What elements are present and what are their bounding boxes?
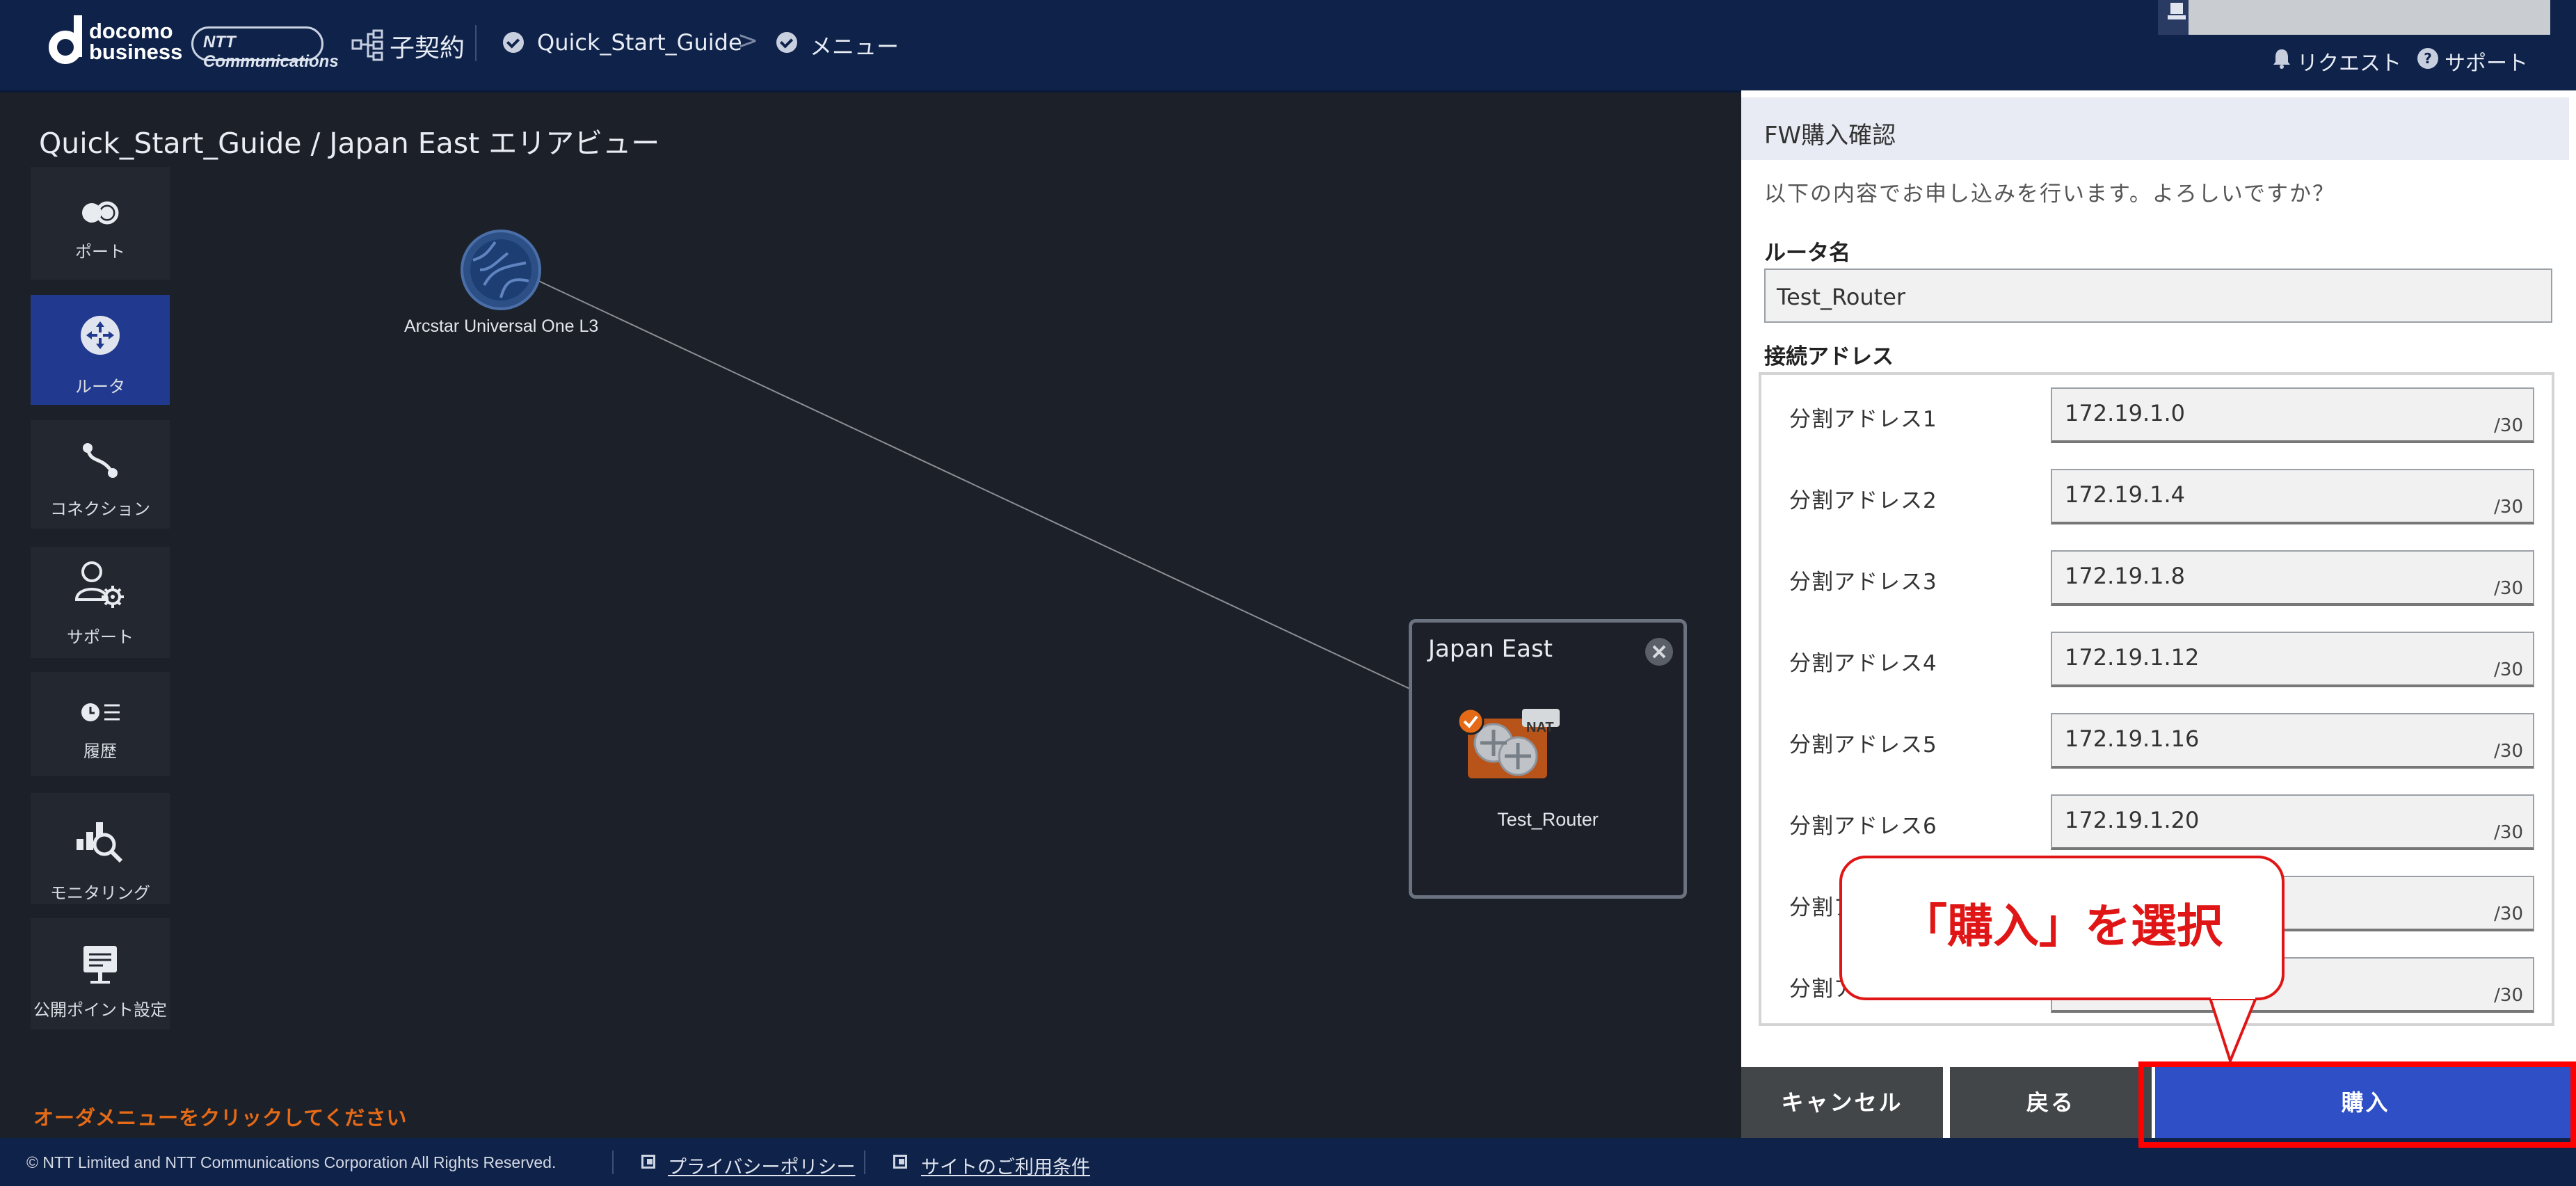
cancel-button[interactable]: キャンセル (1741, 1067, 1943, 1138)
network-canvas (532, 278, 1517, 739)
help-icon: ? (2417, 48, 2438, 69)
region-box-japan-east[interactable]: Japan East NAT Test_Router (1409, 619, 1687, 899)
terms-of-use-link[interactable]: サイトのご利用条件 (921, 1152, 1090, 1179)
back-button[interactable]: 戻る (1950, 1067, 2152, 1138)
network-globe-icon[interactable] (459, 228, 543, 312)
address-row-label: 分割アドレス3 (1789, 570, 1937, 595)
external-link-icon (893, 1155, 907, 1169)
support-link[interactable]: サポート (2445, 46, 2528, 77)
connection-address-label: 接続アドレス (1764, 344, 1894, 369)
address-mask: /30 (2494, 578, 2523, 599)
address-row: 分割アドレス5 172.19.1.16/30 (1761, 700, 2552, 782)
address-value: 172.19.1.0 (2065, 400, 2186, 426)
panel-title-bar: FW購入確認 (1741, 97, 2569, 160)
address-value: 172.19.1.12 (2065, 644, 2200, 671)
external-link-icon (641, 1155, 655, 1169)
address-value: 172.19.1.16 (2065, 726, 2200, 752)
user-account-bar[interactable] (2189, 0, 2550, 35)
address-row-label: 分割アドレス4 (1789, 651, 1937, 676)
address-mask: /30 (2494, 497, 2523, 518)
address-row: 分割アドレス6 172.19.1.20/30 (1761, 782, 2552, 863)
instruction-callout: 「購入」を選択 (1839, 856, 2285, 1000)
network-node-label: Arcstar Universal One L3 (404, 316, 599, 336)
copyright-text: © NTT Limited and NTT Communications Cor… (26, 1153, 557, 1171)
address-field: 172.19.1.20/30 (2051, 794, 2534, 850)
address-field: 172.19.1.16/30 (2051, 713, 2534, 769)
nat-badge: NAT (1526, 720, 1554, 735)
address-row-label: 分割アドレス1 (1789, 407, 1937, 432)
confirm-message: 以下の内容でお申し込みを行います。よろしいですか？ (1764, 182, 2335, 207)
address-row: 分割アドレス2 172.19.1.4/30 (1761, 456, 2552, 538)
region-title: Japan East (1428, 635, 1553, 663)
address-mask: /30 (2494, 822, 2523, 843)
address-field: 172.19.1.0/30 (2051, 387, 2534, 443)
footer-divider (864, 1151, 865, 1174)
address-row: 分割アドレス1 172.19.1.0/30 (1761, 375, 2552, 456)
callout-tail-cover (2211, 988, 2255, 999)
footer-divider (612, 1151, 614, 1174)
address-mask: /30 (2494, 415, 2523, 436)
panel-title: FW購入確認 (1764, 122, 1896, 150)
bell-icon (2273, 49, 2290, 69)
address-mask: /30 (2494, 741, 2523, 762)
order-menu-hint: オーダメニューをクリックしてください (33, 1106, 408, 1130)
address-row-label: 分割アドレス6 (1789, 814, 1937, 839)
address-mask: /30 (2494, 985, 2523, 1006)
connection-line (532, 278, 1517, 739)
address-value: 172.19.1.8 (2065, 563, 2186, 589)
router-name-label: ルータ名 (1764, 241, 1850, 266)
purchase-button-highlight (2138, 1061, 2576, 1148)
router-node-label: Test_Router (1497, 809, 1599, 830)
privacy-policy-link[interactable]: プライバシーポリシー (668, 1152, 855, 1179)
router-name-field: Test_Router (1764, 269, 2552, 323)
address-field: 172.19.1.12/30 (2051, 632, 2534, 687)
router-name-value: Test_Router (1777, 284, 1906, 310)
close-icon[interactable] (1644, 636, 1674, 667)
request-link[interactable]: リクエスト (2297, 46, 2401, 77)
address-row-label: 分割アドレス5 (1789, 732, 1937, 758)
address-field: 172.19.1.4/30 (2051, 469, 2534, 524)
address-value: 172.19.1.4 (2065, 481, 2186, 508)
router-node-icon[interactable] (1455, 706, 1560, 783)
address-row-label: 分割アドレス2 (1789, 488, 1937, 513)
callout-text: 「購入」を選択 (1901, 899, 2223, 953)
address-row: 分割アドレス3 172.19.1.8/30 (1761, 538, 2552, 619)
address-field: 172.19.1.8/30 (2051, 550, 2534, 606)
address-row: 分割アドレス4 172.19.1.12/30 (1761, 619, 2552, 700)
address-value: 172.19.1.20 (2065, 807, 2200, 833)
svg-text:?: ? (2424, 50, 2432, 67)
address-mask: /30 (2494, 904, 2523, 924)
address-mask: /30 (2494, 659, 2523, 680)
